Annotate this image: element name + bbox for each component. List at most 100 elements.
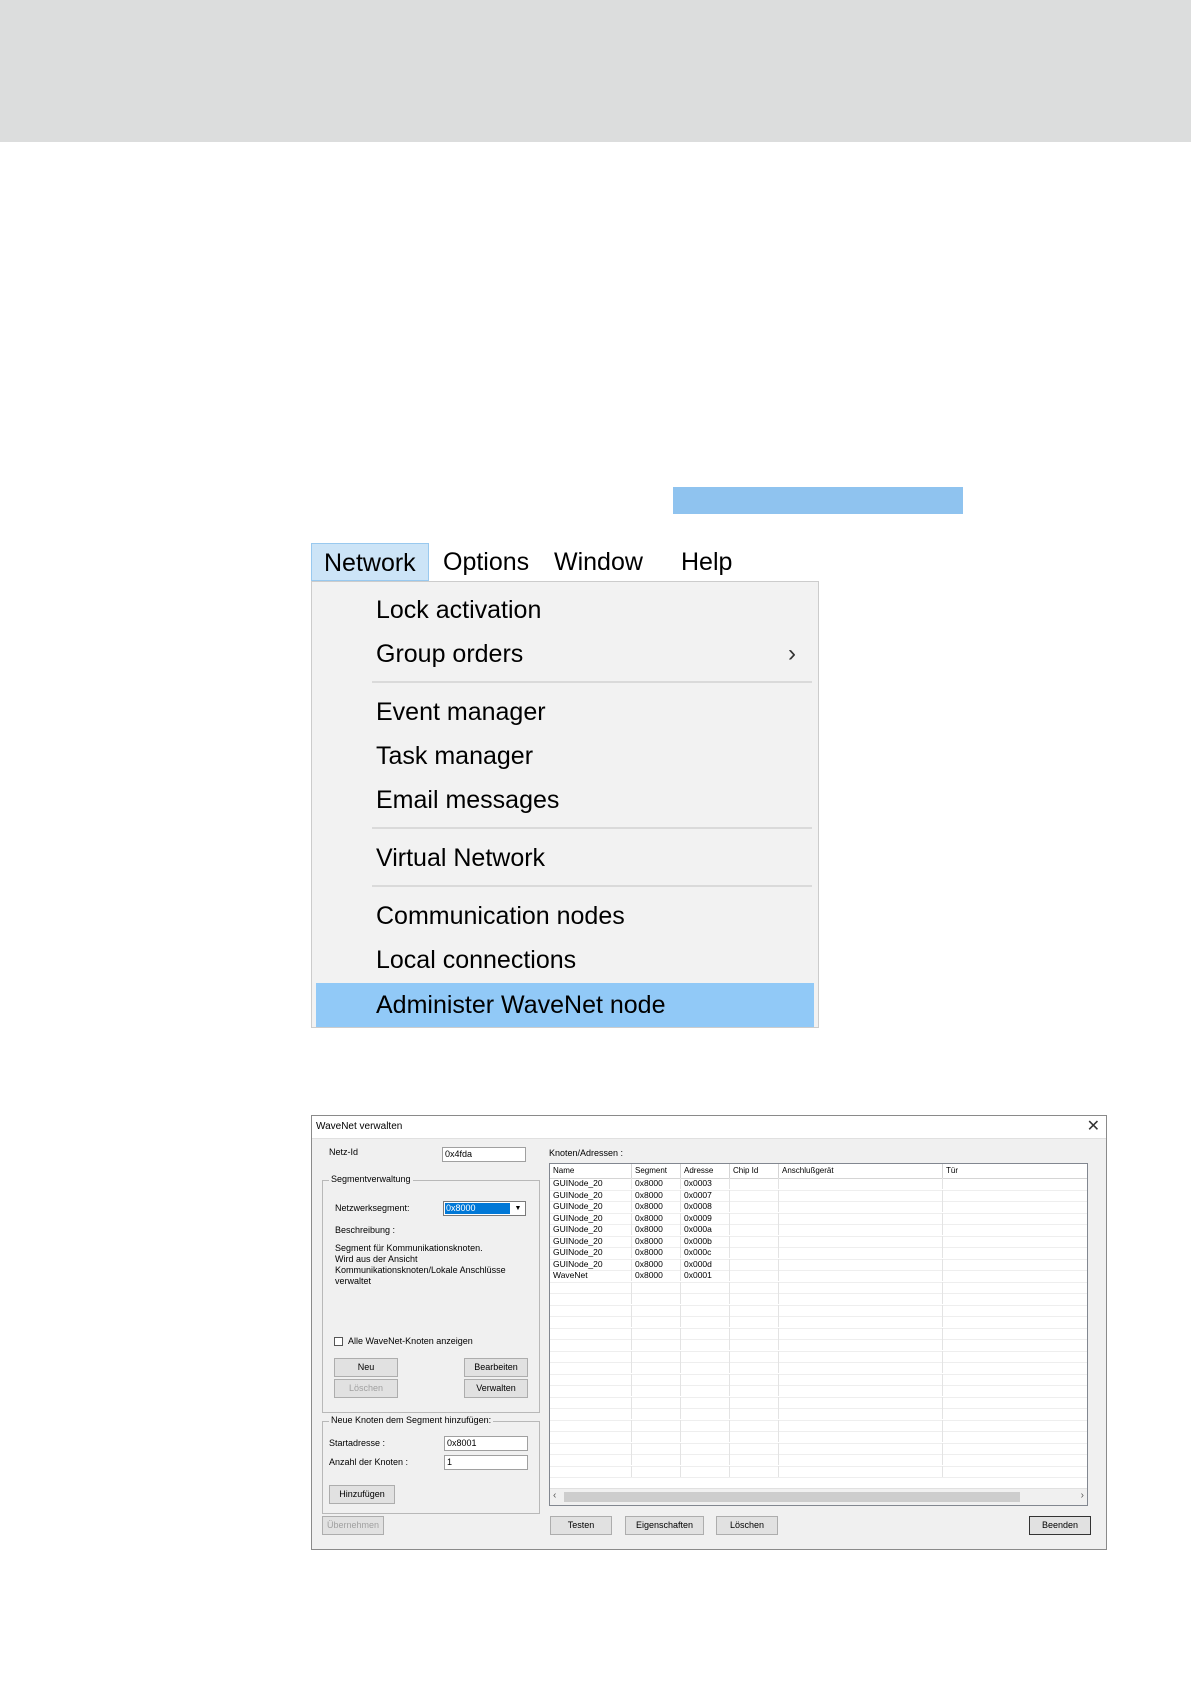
table-cell [730,1212,779,1224]
scroll-right-icon[interactable]: › [1081,1490,1084,1501]
description-label: Beschreibung : [335,1225,396,1235]
segment-select[interactable]: 0x8000 ▼ [443,1201,526,1216]
menu-item-email-messages[interactable]: Email messages [316,779,814,821]
menu-item-communication-nodes[interactable]: Communication nodes [316,895,814,937]
description-line: Kommunikationsknoten/Lokale Anschlüsse [335,1265,506,1275]
table-cell [681,1465,730,1477]
node-count-field[interactable]: 1 [444,1455,528,1470]
add-nodes-group: Neue Knoten dem Segment hinzufügen: Star… [322,1415,540,1514]
menu-item-label: Group orders [376,640,524,668]
table-cell [779,1281,943,1293]
table-cell [730,1396,779,1408]
table-cell [730,1362,779,1373]
table-cell [681,1316,730,1327]
table-cell [779,1350,943,1362]
new-segment-button[interactable]: Neu [334,1358,398,1377]
close-icon[interactable]: ✕ [1087,1117,1100,1137]
menu-item-task-manager[interactable]: Task manager [316,735,814,777]
menu-network[interactable]: Network [311,543,429,581]
table-cell: 0x000d [681,1258,730,1270]
menu-item-group-orders[interactable]: Group orders › [316,633,814,675]
menu-item-event-manager[interactable]: Event manager [316,691,814,733]
menu-item-lock-activation[interactable]: Lock activation [316,589,814,631]
menu-window[interactable]: Window [542,543,655,581]
table-cell [943,1224,1087,1235]
table-cell: GUINode_20 [550,1247,632,1258]
table-cell [632,1304,681,1316]
description-line: verwaltet [335,1276,372,1286]
table-cell [779,1431,943,1442]
manage-segment-button[interactable]: Verwalten [464,1379,528,1398]
highlight-bar [673,487,963,514]
delete-button[interactable]: Löschen [716,1516,778,1535]
horizontal-scrollbar[interactable]: ‹ › [550,1488,1087,1505]
column-header-name[interactable]: Name [550,1164,632,1178]
edit-segment-button[interactable]: Bearbeiten [464,1358,528,1377]
table-cell [730,1247,779,1258]
column-header-chip-id[interactable]: Chip Id [730,1164,779,1178]
table-cell: 0x8000 [632,1178,681,1189]
table-cell [779,1304,943,1316]
menu-item-virtual-network[interactable]: Virtual Network [316,837,814,879]
table-cell [730,1431,779,1442]
scroll-left-icon[interactable]: ‹ [553,1490,556,1501]
add-nodes-button[interactable]: Hinzufügen [329,1485,395,1504]
table-cell [681,1373,730,1385]
table-cell [730,1454,779,1465]
node-count-label: Anzahl der Knoten : [329,1457,409,1467]
menu-help[interactable]: Help [669,543,744,581]
table-cell: 0x8000 [632,1212,681,1224]
table-cell [632,1408,681,1419]
menu-item-local-connections[interactable]: Local connections [316,939,814,981]
add-nodes-group-title: Neue Knoten dem Segment hinzufügen: [329,1415,494,1425]
table-cell [632,1281,681,1293]
table-cell: 0x000a [681,1224,730,1235]
table-cell: GUINode_20 [550,1212,632,1224]
table-cell [730,1327,779,1339]
table-cell [632,1362,681,1373]
table-cell [779,1293,943,1304]
table-cell [632,1339,681,1350]
column-header-address[interactable]: Adresse [681,1164,730,1178]
table-cell [681,1281,730,1293]
table-cell: 0x000c [681,1247,730,1258]
table-cell [779,1362,943,1373]
table-cell [943,1178,1087,1189]
segment-group-title: Segmentverwaltung [329,1174,413,1184]
column-header-segment[interactable]: Segment [632,1164,681,1178]
scrollbar-thumb[interactable] [564,1492,1020,1502]
table-cell [681,1350,730,1362]
menu-item-administer-wavenet-node[interactable]: Administer WaveNet node [316,983,814,1027]
delete-segment-button[interactable]: Löschen [334,1379,398,1398]
netz-id-field[interactable]: 0x4fda [442,1147,526,1162]
show-all-checkbox[interactable] [334,1337,343,1346]
table-cell [681,1408,730,1419]
menu-separator [372,885,812,887]
exit-button[interactable]: Beenden [1029,1516,1091,1535]
table-cell [632,1373,681,1385]
table-cell [730,1316,779,1327]
menu-separator [372,681,812,683]
description-line: Segment für Kommunikationsknoten. [335,1243,483,1253]
dialog-titlebar: WaveNet verwalten ✕ [312,1116,1106,1139]
table-cell [730,1442,779,1454]
table-cell [943,1247,1087,1258]
properties-button[interactable]: Eigenschaften [625,1516,704,1535]
table-cell [943,1397,1087,1408]
test-button[interactable]: Testen [550,1516,612,1535]
table-cell [730,1373,779,1385]
table-cell [943,1385,1087,1396]
menu-options[interactable]: Options [431,543,541,581]
wavenet-dialog: WaveNet verwalten ✕ Netz-Id 0x4fda Segme… [311,1115,1107,1550]
table-cell [730,1201,779,1212]
start-address-field[interactable]: 0x8001 [444,1436,528,1451]
table-cell [681,1339,730,1350]
table-cell [943,1339,1087,1350]
chevron-down-icon[interactable]: ▼ [511,1202,525,1215]
apply-button[interactable]: Übernehmen [322,1516,384,1535]
column-header-device[interactable]: Anschlußgerät [779,1164,943,1178]
column-header-door[interactable]: Tür [943,1164,1087,1178]
menu-item-label: Email messages [376,786,560,814]
table-cell [943,1362,1087,1373]
table-cell [943,1190,1087,1201]
